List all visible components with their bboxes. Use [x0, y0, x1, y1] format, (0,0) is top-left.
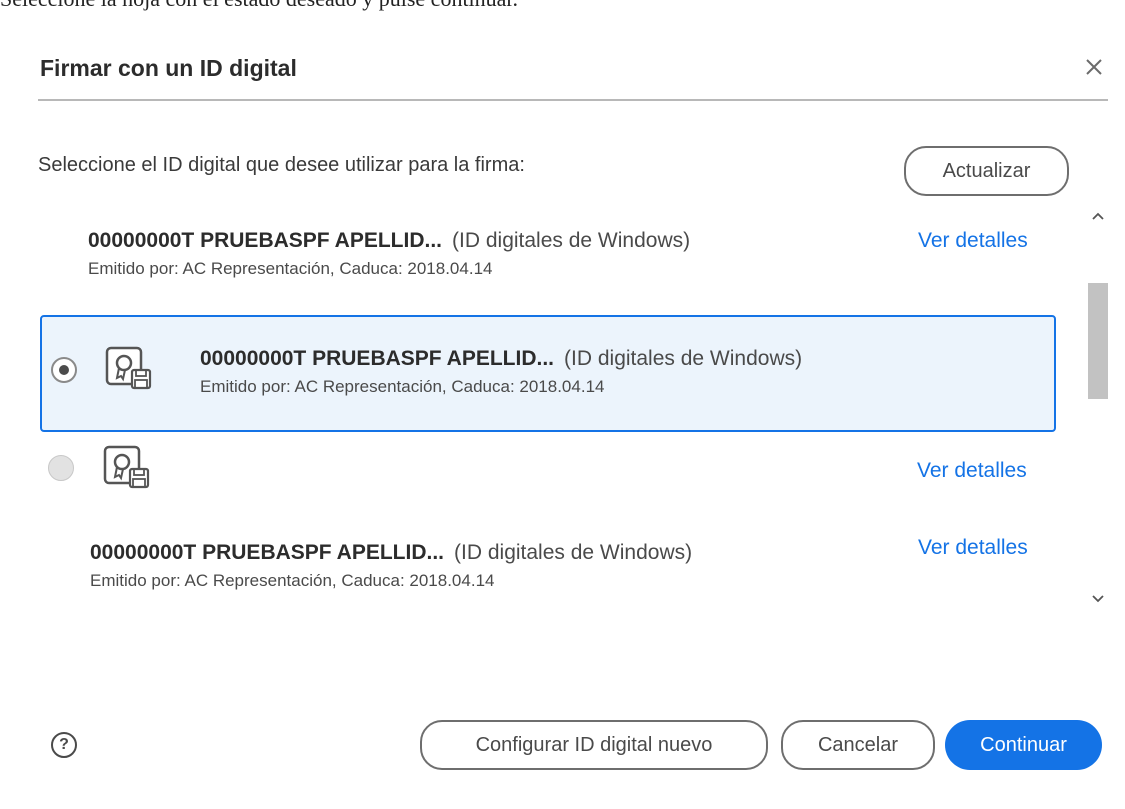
close-icon[interactable] [1079, 52, 1109, 82]
digital-id-info: 00000000T PRUEBASPF APELLID... (ID digita… [200, 347, 1110, 397]
id-type: (ID digitales de Windows) [454, 541, 693, 564]
configure-new-id-button[interactable]: Configurar ID digital nuevo [420, 720, 768, 770]
id-name: 00000000T PRUEBASPF APELLID... [88, 229, 443, 252]
id-issuer: Emitido por: AC Representación, Caduca: … [90, 571, 495, 590]
view-details-link[interactable]: Ver detalles [918, 536, 1028, 560]
id-radio-selected[interactable] [51, 357, 77, 383]
id-issuer: Emitido por: AC Representación, Caduca: … [200, 377, 605, 396]
certificate-icon [105, 346, 152, 390]
id-name: 00000000T PRUEBASPF APELLID... [200, 347, 555, 370]
cancel-button[interactable]: Cancelar [781, 720, 935, 770]
id-issuer: Emitido por: AC Representación, Caduca: … [88, 259, 493, 278]
instruction-text: Seleccione la hoja con el estado deseado… [0, 0, 518, 12]
id-type: (ID digitales de Windows) [564, 347, 803, 370]
digital-id-list: 00000000T PRUEBASPF APELLID... (ID digita… [38, 205, 1110, 610]
id-name: 00000000T PRUEBASPF APELLID... [90, 541, 445, 564]
list-scrollbar[interactable] [1086, 205, 1110, 610]
scroll-down-icon[interactable] [1088, 588, 1108, 610]
id-radio[interactable] [48, 455, 74, 481]
scrollbar-thumb[interactable] [1088, 283, 1108, 399]
id-type: (ID digitales de Windows) [452, 229, 691, 252]
continue-button[interactable]: Continuar [945, 720, 1102, 770]
scroll-up-icon[interactable] [1088, 205, 1108, 227]
certificate-icon [103, 445, 150, 489]
refresh-button[interactable]: Actualizar [904, 146, 1069, 196]
view-details-link[interactable]: Ver detalles [917, 459, 1027, 483]
dialog-title: Firmar con un ID digital [40, 55, 297, 81]
view-details-link[interactable]: Ver detalles [918, 229, 1028, 253]
help-icon[interactable]: ? [51, 732, 77, 758]
title-divider [38, 99, 1108, 101]
select-id-prompt: Seleccione el ID digital que desee utili… [38, 154, 525, 176]
